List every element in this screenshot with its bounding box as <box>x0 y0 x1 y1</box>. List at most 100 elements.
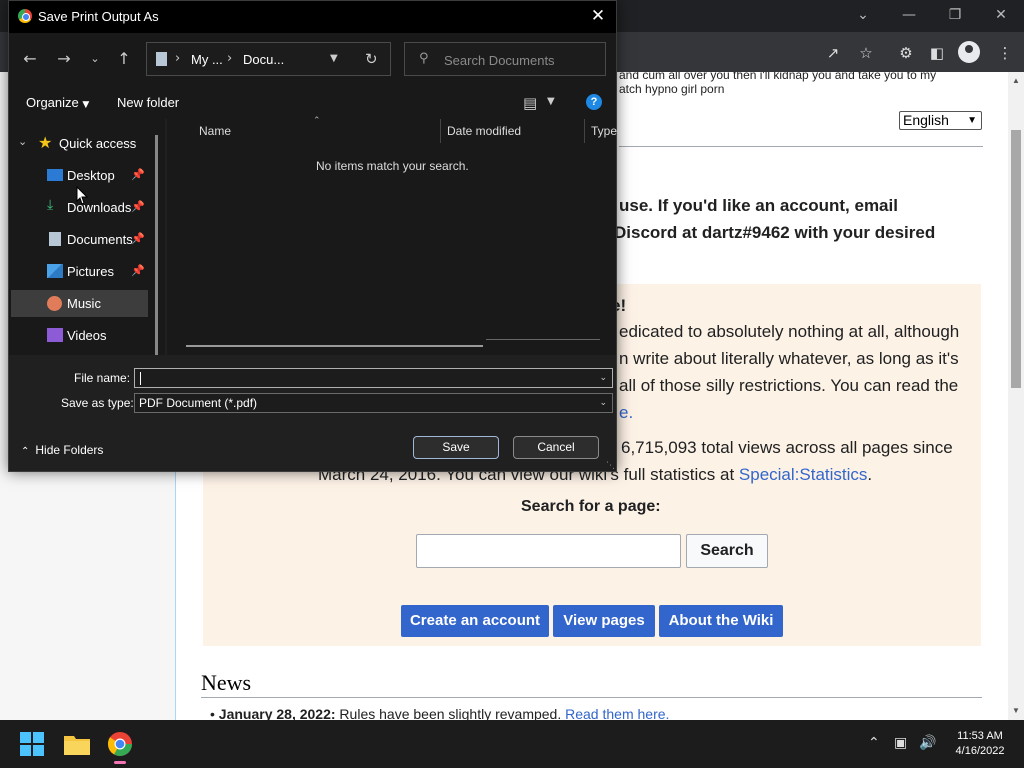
star-icon: ★ <box>38 133 53 152</box>
column-header-name[interactable]: Name <box>199 124 231 138</box>
divider <box>486 339 600 340</box>
intro-line-1: use. If you'd like an account, email <box>619 196 898 215</box>
tree-item-pictures[interactable]: Pictures 📌 <box>9 258 149 285</box>
profile-avatar-icon[interactable] <box>958 41 980 63</box>
documents-folder-icon <box>156 52 167 66</box>
column-header-type[interactable]: Type <box>591 124 617 138</box>
news-heading: News <box>201 670 252 695</box>
language-select[interactable]: English ▼ <box>899 111 982 130</box>
recent-locations-chevron-down-icon[interactable]: ⌄ <box>84 48 106 70</box>
organize-button[interactable]: Organize ▼ <box>26 95 89 110</box>
page-scrollbar[interactable]: ▲ ▼ <box>1008 72 1024 720</box>
side-panel-icon[interactable]: ◧ <box>926 42 948 64</box>
chevron-down-icon[interactable]: ⌄ <box>599 369 607 387</box>
horizontal-scrollbar[interactable] <box>186 345 483 347</box>
file-name-input[interactable]: ⌄ <box>134 368 613 388</box>
tree-item-videos[interactable]: Videos <box>9 322 149 349</box>
forward-arrow-icon[interactable]: → <box>53 48 75 70</box>
clock-date: 4/16/2022 <box>955 745 1005 757</box>
navigation-pane: ⌄ ★ Quick access Desktop 📌 ⤓ Downloads 📌… <box>9 119 165 355</box>
pin-icon[interactable]: 📌 <box>131 168 145 181</box>
minimize-button[interactable]: — <box>892 4 926 26</box>
breadcrumb-item[interactable]: Docu... <box>243 52 284 67</box>
tree-item-quick-access[interactable]: ⌄ ★ Quick access <box>9 130 149 157</box>
bookmark-star-icon[interactable]: ☆ <box>855 42 877 64</box>
news-divider <box>201 697 982 698</box>
menu-kebab-icon[interactable]: ⋮ <box>994 42 1016 64</box>
save-button[interactable]: Save <box>413 436 499 459</box>
share-icon[interactable]: ↗ <box>822 42 844 64</box>
cancel-button[interactable]: Cancel <box>513 436 599 459</box>
pin-icon[interactable]: 📌 <box>131 232 145 245</box>
chevron-down-icon[interactable]: ⌄ <box>599 394 607 412</box>
restore-button[interactable]: ❐ <box>938 4 972 26</box>
welcome-line-3: all of those silly restrictions. You can… <box>619 376 959 395</box>
empty-message: No items match your search. <box>316 159 469 173</box>
dialog-title-bar: Save Print Output As ✕ <box>9 1 616 33</box>
pin-icon[interactable]: 📌 <box>131 200 145 213</box>
create-account-button[interactable]: Create an account <box>401 605 549 637</box>
file-list-pane: Name ⌃ Date modified Type No items match… <box>167 116 617 355</box>
new-folder-button[interactable]: New folder <box>117 95 179 110</box>
up-arrow-icon[interactable]: ↑ <box>113 48 135 70</box>
column-header-date-modified[interactable]: Date modified <box>447 124 521 138</box>
divider <box>619 146 983 147</box>
system-clock[interactable]: 11:53 AM 4/16/2022 <box>950 729 1010 759</box>
scroll-down-arrow-icon[interactable]: ▼ <box>1008 704 1024 718</box>
pin-icon[interactable]: 📌 <box>131 264 145 277</box>
column-separator[interactable] <box>440 119 441 143</box>
save-type-select[interactable]: PDF Document (*.pdf) ⌄ <box>134 393 613 413</box>
chrome-taskbar-icon[interactable] <box>104 728 136 764</box>
scroll-up-arrow-icon[interactable]: ▲ <box>1008 74 1024 88</box>
dialog-title: Save Print Output As <box>38 9 159 24</box>
address-chevron-down-icon[interactable]: ▼ <box>330 53 338 64</box>
file-explorer-icon[interactable] <box>61 728 93 760</box>
address-bar[interactable]: › My ... › Docu... ▼ ↻ <box>146 42 391 76</box>
desktop-icon <box>47 169 63 181</box>
resize-grip-icon[interactable]: ⋱ <box>606 461 615 471</box>
view-chevron-down-icon[interactable]: ▼ <box>547 96 555 107</box>
dialog-command-bar: Organize ▼ New folder ▤ ▼ ? <box>9 85 616 119</box>
volume-icon[interactable]: 🔊 <box>919 735 936 751</box>
about-wiki-button[interactable]: About the Wiki <box>659 605 783 637</box>
windows-start-icon[interactable] <box>16 728 48 760</box>
chevron-up-icon: ⌃ <box>21 446 30 457</box>
view-icon[interactable]: ▤ <box>523 94 537 112</box>
search-placeholder: Search Documents <box>444 53 555 68</box>
hide-folders-toggle[interactable]: ⌃ Hide Folders <box>21 443 103 457</box>
extensions-icon[interactable]: ⚙ <box>895 42 917 64</box>
nav-pane-scrollbar[interactable] <box>155 135 158 355</box>
tree-item-documents[interactable]: Documents 📌 <box>9 226 149 253</box>
chevron-up-icon[interactable]: ⌃ <box>868 735 880 751</box>
refresh-icon[interactable]: ↻ <box>365 50 378 68</box>
welcome-line-2: n write about literally whatever, as lon… <box>619 349 959 368</box>
wiki-search-button[interactable]: Search <box>686 534 768 568</box>
breadcrumb-item[interactable]: My ... <box>191 52 223 67</box>
back-arrow-icon[interactable]: ← <box>19 48 41 70</box>
tree-item-music[interactable]: Music <box>11 290 148 317</box>
view-pages-button[interactable]: View pages <box>553 605 655 637</box>
search-label: Search for a page: <box>521 498 661 515</box>
close-icon[interactable]: ✕ <box>587 6 609 28</box>
pictures-icon <box>47 264 63 278</box>
scroll-thumb[interactable] <box>1011 130 1021 388</box>
welcome-line-1: edicated to absolutely nothing at all, a… <box>619 322 960 341</box>
sort-ascending-icon: ⌃ <box>313 116 321 126</box>
music-icon <box>47 296 62 311</box>
search-documents-input[interactable]: ⚲ Search Documents <box>404 42 606 76</box>
help-icon[interactable]: ? <box>586 94 602 110</box>
wiki-search-input[interactable] <box>416 534 681 568</box>
statistics-link[interactable]: Special:Statistics <box>739 465 868 484</box>
breadcrumb-chevron-icon: › <box>227 51 233 66</box>
search-icon: ⚲ <box>419 51 429 66</box>
column-separator[interactable] <box>584 119 585 143</box>
taskbar: ⌃ ▣ 🔊 11:53 AM 4/16/2022 <box>0 720 1024 768</box>
downloads-icon: ⤓ <box>47 197 54 213</box>
rules-link[interactable]: e. <box>619 399 633 426</box>
browser-close-button[interactable]: ✕ <box>984 4 1018 26</box>
tree-item-desktop[interactable]: Desktop 📌 <box>9 162 149 189</box>
chevron-down-icon[interactable]: ⌄ <box>18 135 27 148</box>
tab-search-icon[interactable]: ⌄ <box>846 4 880 26</box>
network-icon[interactable]: ▣ <box>894 735 907 751</box>
news-link[interactable]: Read them here. <box>565 706 669 720</box>
